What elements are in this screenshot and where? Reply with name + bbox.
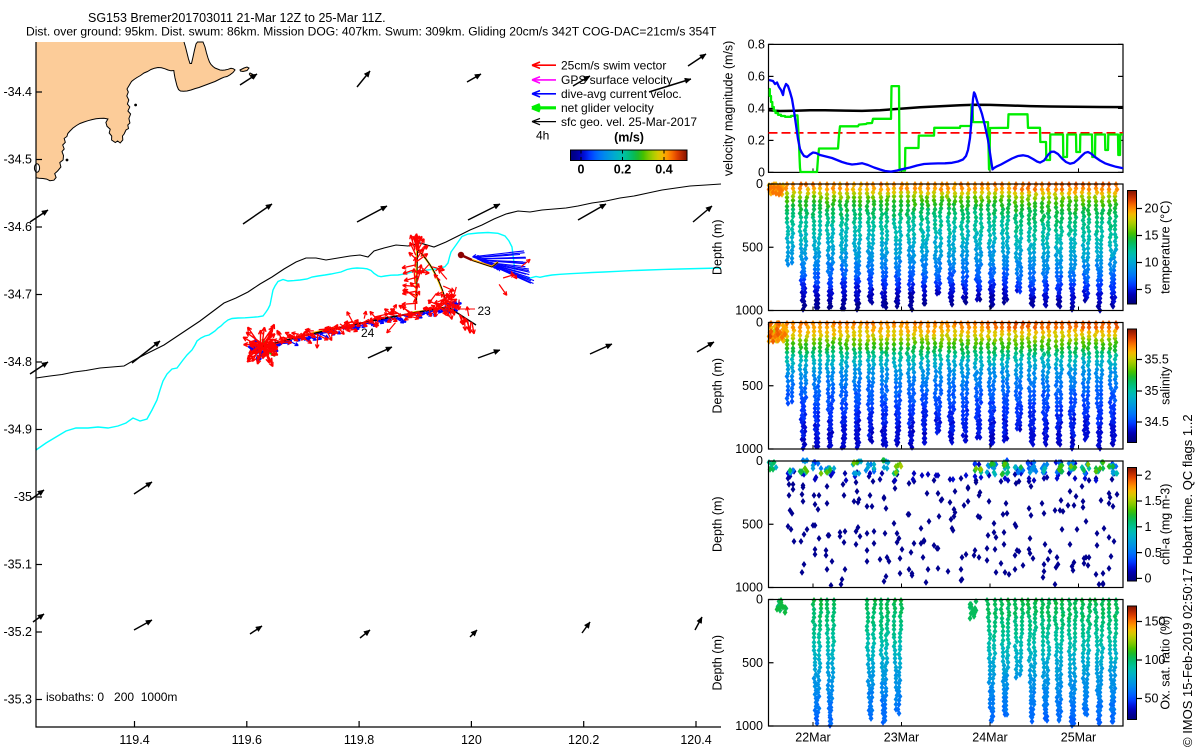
- svg-text:119.6: 119.6: [232, 733, 262, 747]
- svg-text:Ox. sat. ratio (%): Ox. sat. ratio (%): [1159, 616, 1173, 710]
- svg-text:0.6: 0.6: [748, 70, 765, 84]
- svg-text:50: 50: [1145, 692, 1159, 706]
- svg-text:GPS surface velocity: GPS surface velocity: [561, 73, 672, 87]
- svg-text:15: 15: [1145, 229, 1159, 243]
- svg-text:500: 500: [742, 379, 763, 393]
- svg-text:temperature (°C): temperature (°C): [1159, 201, 1173, 294]
- svg-text:23Mar: 23Mar: [884, 731, 919, 745]
- svg-text:Depth (m): Depth (m): [711, 219, 725, 275]
- svg-text:chl-a (mg m-3): chl-a (mg m-3): [1159, 484, 1173, 565]
- svg-text:24: 24: [361, 326, 375, 340]
- svg-text:25Mar: 25Mar: [1061, 731, 1096, 745]
- svg-text:0: 0: [756, 316, 763, 330]
- svg-text:(m/s): (m/s): [614, 131, 644, 145]
- svg-text:2: 2: [1145, 468, 1152, 482]
- svg-text:119.8: 119.8: [344, 733, 374, 747]
- svg-text:-35.3: -35.3: [4, 693, 33, 707]
- svg-text:-35.1: -35.1: [4, 558, 33, 572]
- svg-text:0.4: 0.4: [655, 163, 672, 177]
- svg-text:35: 35: [1145, 384, 1159, 398]
- svg-text:120.2: 120.2: [568, 733, 599, 747]
- svg-text:0.4: 0.4: [748, 102, 765, 116]
- svg-text:500: 500: [742, 240, 763, 254]
- svg-text:-34.5: -34.5: [4, 153, 33, 167]
- svg-text:5: 5: [1145, 283, 1152, 297]
- svg-text:119.4: 119.4: [119, 733, 149, 747]
- svg-text:0: 0: [1145, 572, 1152, 586]
- svg-text:velocity magnitude (m/s): velocity magnitude (m/s): [722, 41, 736, 176]
- svg-text:24Mar: 24Mar: [972, 731, 1007, 745]
- svg-text:120.4: 120.4: [680, 733, 711, 747]
- svg-text:500: 500: [742, 517, 763, 531]
- svg-text:0.8: 0.8: [748, 38, 765, 52]
- svg-text:500: 500: [742, 656, 763, 670]
- svg-text:120: 120: [461, 733, 482, 747]
- svg-text:20: 20: [1145, 202, 1159, 216]
- svg-text:10: 10: [1145, 256, 1159, 270]
- svg-text:sfc geo. vel. 25-Mar-2017: sfc geo. vel. 25-Mar-2017: [561, 115, 697, 129]
- svg-text:4h: 4h: [536, 129, 549, 143]
- svg-text:-34.8: -34.8: [4, 355, 33, 369]
- svg-text:25cm/s swim vector: 25cm/s swim vector: [561, 58, 666, 72]
- svg-text:22Mar: 22Mar: [795, 731, 830, 745]
- svg-text:35.5: 35.5: [1145, 353, 1169, 367]
- svg-text:23: 23: [478, 304, 492, 318]
- svg-text:0: 0: [756, 454, 763, 468]
- svg-text:Depth (m): Depth (m): [711, 496, 725, 552]
- svg-text:salinity: salinity: [1159, 366, 1173, 405]
- svg-text:dive-avg current veloc.: dive-avg current veloc.: [561, 87, 682, 101]
- svg-text:net glider velocity: net glider velocity: [561, 101, 654, 115]
- svg-text:-35.2: -35.2: [4, 625, 33, 639]
- svg-text:SG153 Bremer201703011 21-Mar 1: SG153 Bremer201703011 21-Mar 12Z to 25-M…: [88, 11, 386, 25]
- svg-text:© IMOS 15-Feb-2019 02:50:17 Ho: © IMOS 15-Feb-2019 02:50:17 Hobart time.…: [1180, 414, 1195, 747]
- svg-text:0: 0: [578, 163, 585, 177]
- svg-text:0.2: 0.2: [614, 163, 631, 177]
- svg-text:-35: -35: [14, 490, 32, 504]
- svg-text:isobaths: 0 200 1000m: isobaths: 0 200 1000m: [46, 690, 177, 704]
- svg-text:1000: 1000: [735, 719, 763, 733]
- svg-text:34.5: 34.5: [1145, 415, 1169, 429]
- svg-text:0.2: 0.2: [748, 134, 765, 148]
- svg-text:-34.9: -34.9: [4, 423, 33, 437]
- svg-text:-34.6: -34.6: [4, 220, 33, 234]
- svg-text:0: 0: [756, 177, 763, 191]
- svg-text:1: 1: [1145, 520, 1152, 534]
- svg-text:-34.7: -34.7: [4, 288, 33, 302]
- svg-text:Depth (m): Depth (m): [711, 358, 725, 414]
- svg-text:Depth (m): Depth (m): [711, 635, 725, 691]
- svg-text:0: 0: [756, 593, 763, 607]
- svg-text:-34.4: -34.4: [4, 85, 33, 99]
- svg-text:Dist. over ground: 95km. Dist.: Dist. over ground: 95km. Dist. swum: 86k…: [26, 25, 717, 39]
